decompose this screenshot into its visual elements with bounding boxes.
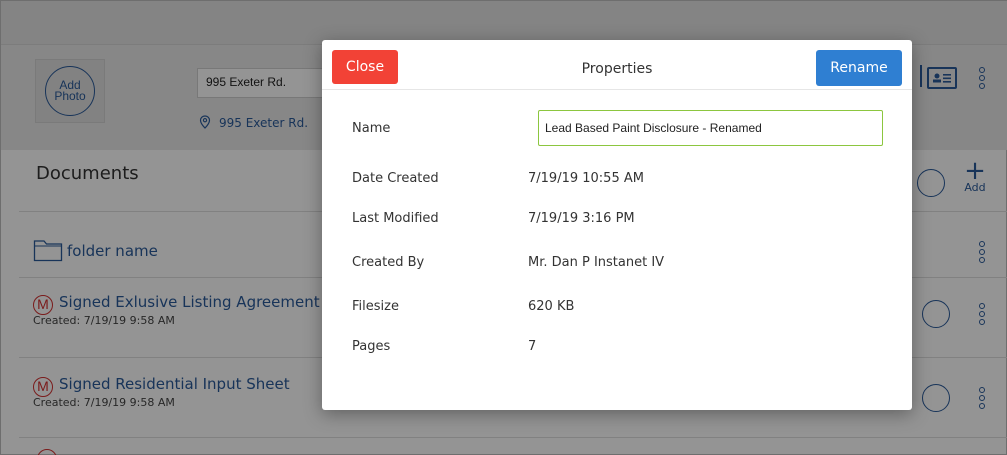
last-modified-label: Last Modified <box>352 211 439 226</box>
last-modified-value: 7/19/19 3:16 PM <box>528 211 635 226</box>
properties-dialog: Close Properties Rename Name Date Create… <box>322 40 912 410</box>
created-by-label: Created By <box>352 255 425 270</box>
date-created-value: 7/19/19 10:55 AM <box>528 171 644 186</box>
date-created-label: Date Created <box>352 171 439 186</box>
filesize-label: Filesize <box>352 299 399 314</box>
dialog-header: Close Properties Rename <box>322 40 912 90</box>
created-by-value: Mr. Dan P Instanet IV <box>528 255 665 270</box>
pages-value: 7 <box>528 339 537 354</box>
filesize-value: 620 KB <box>528 299 575 314</box>
name-input[interactable] <box>538 110 883 146</box>
name-label: Name <box>352 121 391 136</box>
pages-label: Pages <box>352 339 391 354</box>
rename-button[interactable]: Rename <box>816 50 902 86</box>
